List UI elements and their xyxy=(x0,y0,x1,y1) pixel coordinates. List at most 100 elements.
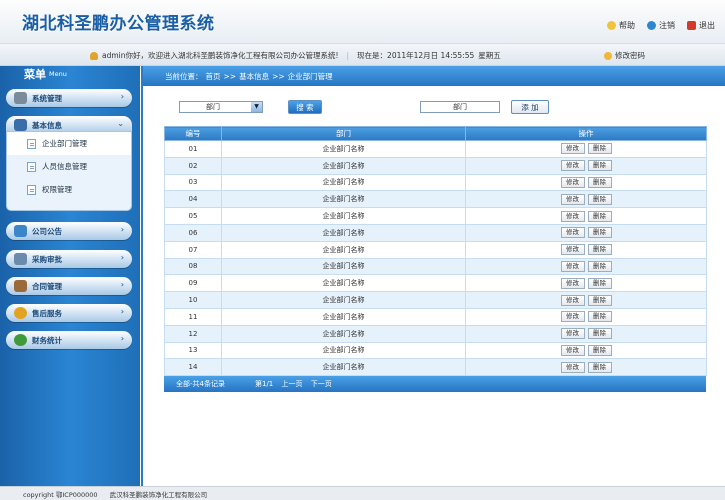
delete-button[interactable]: 删除 xyxy=(587,210,612,222)
logout-icon xyxy=(647,21,656,30)
edit-button[interactable]: 修改 xyxy=(560,227,585,239)
delete-button[interactable]: 删除 xyxy=(587,328,612,340)
user-icon xyxy=(90,51,98,60)
delete-button[interactable]: 删除 xyxy=(587,260,612,272)
edit-button[interactable]: 修改 xyxy=(560,294,585,306)
weekday: 星期五 xyxy=(478,51,501,60)
edit-button[interactable]: 修改 xyxy=(560,210,585,222)
main-content: 当前位置： 首页 >> 基本信息 >> 企业部门管理 部门 ▼ 搜 索 部门 添… xyxy=(141,66,725,486)
department-select[interactable]: 部门 ▼ xyxy=(179,101,263,113)
delete-button[interactable]: 删除 xyxy=(587,244,612,256)
sidebar-item-personnel[interactable]: 人员信息管理 xyxy=(7,155,131,178)
chevron-right-icon: › xyxy=(120,225,124,234)
delete-button[interactable]: 删除 xyxy=(587,361,612,373)
delete-button[interactable]: 删除 xyxy=(587,277,612,289)
document-icon xyxy=(27,184,36,195)
column-header-department: 部门 xyxy=(221,126,466,141)
department-select-value: 部门 xyxy=(206,103,220,111)
sidebar-item-permissions[interactable]: 权限管理 xyxy=(7,178,131,201)
toolbar: 部门 ▼ 搜 索 部门 添 加 xyxy=(143,100,725,116)
edit-button[interactable]: 修改 xyxy=(560,176,585,188)
table-row: 03 企业部门名称 修改 删除 xyxy=(164,173,707,192)
row-actions: 修改 删除 xyxy=(465,156,707,175)
chevron-down-icon[interactable]: ▼ xyxy=(251,102,262,112)
page-indicator: 第1/1 xyxy=(254,380,274,389)
sidebar-item-procurement[interactable]: 采购审批 › xyxy=(6,250,132,268)
table-row: 07 企业部门名称 修改 删除 xyxy=(164,240,707,259)
edit-button[interactable]: 修改 xyxy=(560,143,585,155)
edit-button[interactable]: 修改 xyxy=(560,244,585,256)
help-link[interactable]: 帮助 xyxy=(607,20,635,31)
logout-link[interactable]: 注销 xyxy=(647,20,675,31)
chevron-right-icon: › xyxy=(120,280,124,289)
delete-button[interactable]: 删除 xyxy=(587,193,612,205)
row-department: 企业部门名称 xyxy=(221,156,466,175)
edit-button[interactable]: 修改 xyxy=(560,160,585,172)
sidebar-header: 菜单 Menu xyxy=(0,66,140,82)
search-button[interactable]: 搜 索 xyxy=(288,100,322,114)
row-actions: 修改 删除 xyxy=(465,291,707,309)
sidebar-item-label: 基本信息 xyxy=(32,120,62,130)
row-id: 05 xyxy=(164,207,222,225)
breadcrumb-prefix: 当前位置： xyxy=(165,71,203,81)
table-row: 08 企业部门名称 修改 删除 xyxy=(164,257,707,276)
row-actions: 修改 删除 xyxy=(465,358,707,377)
department-input[interactable]: 部门 xyxy=(420,101,500,113)
row-actions: 修改 删除 xyxy=(465,324,707,343)
next-page-link[interactable]: 下一页 xyxy=(311,380,332,388)
edit-button[interactable]: 修改 xyxy=(560,277,585,289)
row-department: 企业部门名称 xyxy=(221,190,466,209)
sidebar-item-label: 采购审批 xyxy=(32,254,62,264)
info-bar: admin你好，欢迎进入湖北科圣鹏装饰净化工程有限公司办公管理系统! | 现在是… xyxy=(0,44,725,66)
basic-info-submenu: 企业部门管理 人员信息管理 权限管理 xyxy=(6,131,132,211)
delete-button[interactable]: 删除 xyxy=(587,227,612,239)
sidebar-item-finance[interactable]: 财务统计 › xyxy=(6,331,132,349)
company-name: 武汉科圣鹏装饰净化工程有限公司 xyxy=(109,490,208,499)
sidebar-item-label: 合同管理 xyxy=(32,281,62,291)
key-icon xyxy=(604,51,612,60)
row-id: 06 xyxy=(164,223,222,242)
sidebar-item-label: 公司公告 xyxy=(32,226,62,236)
edit-button[interactable]: 修改 xyxy=(560,361,585,373)
table-row: 05 企业部门名称 修改 删除 xyxy=(164,207,707,225)
table-row: 14 企业部门名称 修改 删除 xyxy=(164,358,707,377)
row-id: 08 xyxy=(164,257,222,276)
sidebar-item-department[interactable]: 企业部门管理 xyxy=(7,132,131,155)
copyright-text: copyright 鄂ICP000000 xyxy=(23,490,98,499)
delete-button[interactable]: 删除 xyxy=(587,176,612,188)
edit-button[interactable]: 修改 xyxy=(560,260,585,272)
row-department: 企业部门名称 xyxy=(221,257,466,276)
sidebar-item-label: 售后服务 xyxy=(32,308,62,318)
breadcrumb-home[interactable]: 首页 xyxy=(206,71,221,82)
breadcrumb-separator: >> xyxy=(223,71,237,81)
delete-button[interactable]: 删除 xyxy=(587,160,612,172)
sidebar-item-contract[interactable]: 合同管理 › xyxy=(6,277,132,295)
sidebar-item-announcement[interactable]: 公司公告 › xyxy=(6,222,132,240)
sidebar-item-system[interactable]: 系统管理 › xyxy=(6,89,132,107)
approval-icon xyxy=(14,253,27,265)
row-department: 企业部门名称 xyxy=(221,324,466,343)
add-button[interactable]: 添 加 xyxy=(511,100,549,114)
delete-button[interactable]: 删除 xyxy=(587,294,612,306)
delete-button[interactable]: 删除 xyxy=(587,344,612,356)
breadcrumb-basic-info[interactable]: 基本信息 xyxy=(239,71,269,82)
total-records: 全部-共4条记录 xyxy=(176,380,225,389)
footer: copyright 鄂ICP000000 武汉科圣鹏装饰净化工程有限公司 xyxy=(0,486,725,500)
edit-button[interactable]: 修改 xyxy=(560,193,585,205)
prev-page-link[interactable]: 上一页 xyxy=(281,380,302,388)
sidebar-item-service[interactable]: 售后服务 › xyxy=(6,304,132,322)
help-label: 帮助 xyxy=(619,21,635,30)
exit-label: 退出 xyxy=(699,21,715,30)
document-icon xyxy=(27,161,36,172)
delete-button[interactable]: 删除 xyxy=(587,143,612,155)
edit-button[interactable]: 修改 xyxy=(560,328,585,340)
row-department: 企业部门名称 xyxy=(221,223,466,242)
change-password-link[interactable]: 修改密码 xyxy=(604,50,645,61)
sidebar-item-label: 财务统计 xyxy=(32,335,62,345)
delete-button[interactable]: 删除 xyxy=(587,311,612,323)
welcome-text: admin你好，欢迎进入湖北科圣鹏装饰净化工程有限公司办公管理系统! xyxy=(102,51,339,60)
edit-button[interactable]: 修改 xyxy=(560,344,585,356)
exit-link[interactable]: 退出 xyxy=(687,20,715,31)
row-actions: 修改 删除 xyxy=(465,257,707,276)
edit-button[interactable]: 修改 xyxy=(560,311,585,323)
